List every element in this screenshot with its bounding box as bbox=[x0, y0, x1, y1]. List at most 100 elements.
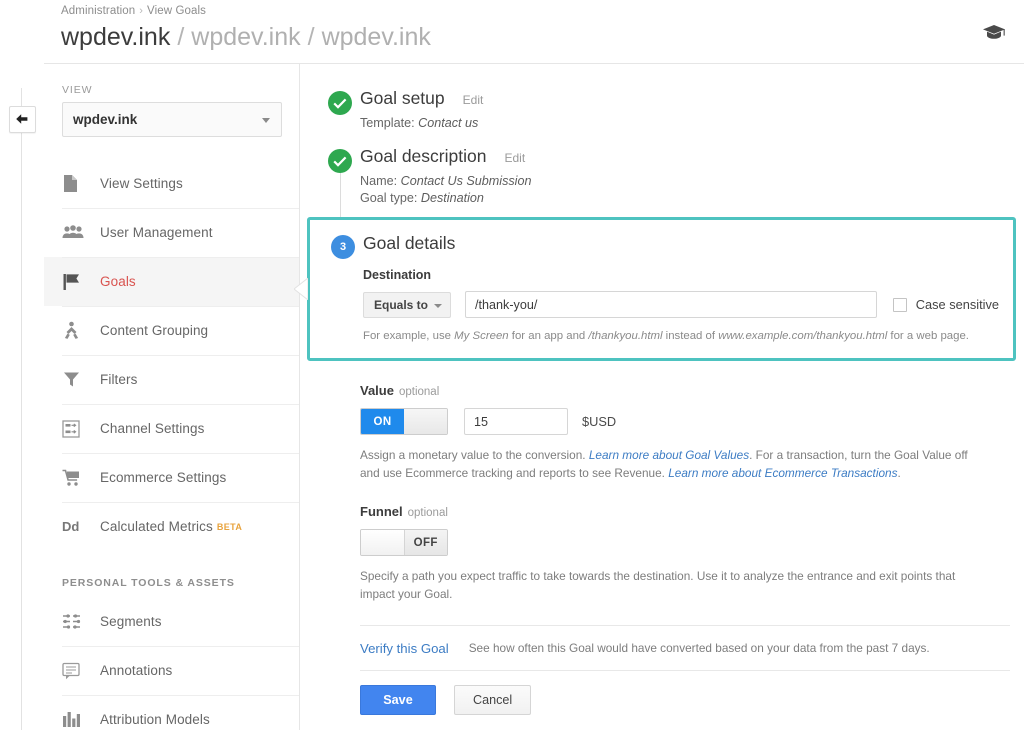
sidebar-item-label: Annotations bbox=[100, 663, 172, 678]
hint-part-g: for a web page. bbox=[887, 330, 969, 342]
sidebar-item-segments[interactable]: Segments bbox=[44, 597, 299, 646]
goal-type-value: Destination bbox=[421, 191, 484, 205]
funnel-toggle[interactable]: OFF bbox=[360, 529, 448, 556]
left-rail bbox=[0, 0, 44, 730]
sidebar-item-label: Filters bbox=[100, 372, 137, 387]
document-icon bbox=[62, 174, 88, 193]
match-type-select[interactable]: Equals to bbox=[363, 292, 451, 318]
graduation-cap-glyph bbox=[982, 23, 1006, 41]
funnel-controls: OFF bbox=[360, 529, 1010, 556]
sidebar-item-annotations[interactable]: Annotations bbox=[44, 646, 299, 695]
flag-icon bbox=[62, 272, 88, 291]
case-sensitive-checkbox[interactable] bbox=[893, 298, 907, 312]
step-number-badge: 3 bbox=[331, 235, 355, 259]
value-optional-label: optional bbox=[399, 386, 439, 398]
page-header: Administration›View Goals wpdev.ink / wp… bbox=[44, 0, 1024, 64]
beta-badge: BETA bbox=[217, 522, 242, 532]
case-sensitive-control[interactable]: Case sensitive bbox=[893, 297, 999, 312]
chevron-down-icon bbox=[262, 118, 270, 123]
currency-label: $USD bbox=[582, 414, 616, 429]
sidebar-section-personal-tools: PERSONAL TOOLS & ASSETS bbox=[62, 577, 299, 589]
sidebar-item-user-management[interactable]: User Management bbox=[44, 208, 299, 257]
channel-settings-icon bbox=[62, 420, 88, 438]
sidebar-item-label: Calculated Metrics bbox=[100, 519, 213, 534]
page-title-primary: wpdev.ink bbox=[61, 22, 170, 52]
funnel-description: Specify a path you expect traffic to tak… bbox=[360, 567, 985, 603]
sidebar-item-view-settings[interactable]: View Settings bbox=[44, 159, 299, 208]
back-button[interactable] bbox=[9, 106, 36, 133]
destination-input[interactable] bbox=[465, 291, 877, 318]
breadcrumb: Administration›View Goals bbox=[61, 5, 206, 17]
check-circle-icon bbox=[328, 91, 352, 115]
goal-details-inner: 3 Goal details Destination Equals to bbox=[310, 233, 1013, 344]
step-goal-setup: Goal setup Edit Template: Contact us bbox=[300, 88, 1024, 132]
value-amount-input[interactable] bbox=[464, 408, 568, 435]
back-arrow-icon bbox=[15, 113, 30, 126]
template-value: Contact us bbox=[418, 116, 478, 130]
sidebar-item-ecommerce-settings[interactable]: Ecommerce Settings bbox=[44, 453, 299, 502]
title-separator-1: / bbox=[177, 22, 184, 52]
bar-chart-icon bbox=[62, 711, 88, 728]
sidebar-item-calculated-metrics[interactable]: Dd Calculated Metrics BETA bbox=[44, 502, 299, 551]
goal-values-link[interactable]: Learn more about Goal Values bbox=[589, 448, 749, 462]
ecommerce-transactions-link[interactable]: Learn more about Ecommerce Transactions bbox=[668, 466, 897, 480]
step-title: Goal details bbox=[363, 233, 455, 254]
edit-goal-setup-link[interactable]: Edit bbox=[463, 93, 484, 107]
value-controls: ON $USD bbox=[360, 408, 1010, 435]
step-goal-description-meta: Name: Contact Us Submission Goal type: D… bbox=[360, 173, 1024, 207]
value-toggle-knob bbox=[404, 409, 447, 434]
hint-part-a: For example, use bbox=[363, 330, 454, 342]
funnel-toggle-off-label: OFF bbox=[405, 530, 448, 555]
step-title: Goal description bbox=[360, 146, 486, 167]
value-description: Assign a monetary value to the conversio… bbox=[360, 446, 985, 482]
page-title-secondary: wpdev.ink bbox=[191, 22, 300, 52]
destination-label: Destination bbox=[363, 268, 999, 282]
sidebar: VIEW wpdev.ink View Settings bbox=[44, 64, 300, 730]
name-value: Contact Us Submission bbox=[401, 174, 532, 188]
page-title-tertiary: wpdev.ink bbox=[322, 22, 431, 52]
destination-hint: For example, use My Screen for an app an… bbox=[363, 329, 999, 344]
step-title: Goal setup bbox=[360, 88, 445, 109]
funnel-optional-label: optional bbox=[408, 507, 448, 519]
verify-this-goal-link[interactable]: Verify this Goal bbox=[360, 641, 449, 656]
destination-row: Equals to Case sensitive bbox=[363, 291, 999, 318]
graduation-cap-icon[interactable] bbox=[981, 19, 1007, 45]
sidebar-item-content-grouping[interactable]: Content Grouping bbox=[44, 306, 299, 355]
sidebar-item-label: Attribution Models bbox=[100, 712, 210, 727]
view-section-label: VIEW bbox=[62, 84, 299, 96]
sidebar-item-attribution-models[interactable]: Attribution Models bbox=[44, 695, 299, 730]
annotations-icon bbox=[62, 662, 88, 680]
main-content: Goal setup Edit Template: Contact us Goa… bbox=[300, 64, 1024, 730]
goal-type-key: Goal type: bbox=[360, 191, 417, 205]
value-desc-c: . bbox=[897, 466, 900, 480]
hint-part-e: instead of bbox=[663, 330, 719, 342]
rail-divider-line bbox=[21, 88, 22, 730]
view-selector-value: wpdev.ink bbox=[73, 112, 137, 127]
value-toggle[interactable]: ON bbox=[360, 408, 448, 435]
step-goal-description: Goal description Edit Name: Contact Us S… bbox=[300, 146, 1024, 207]
check-circle-icon bbox=[328, 149, 352, 173]
match-type-value: Equals to bbox=[374, 298, 428, 312]
goal-steps: Goal setup Edit Template: Contact us Goa… bbox=[300, 64, 1024, 730]
breadcrumb-administration[interactable]: Administration bbox=[61, 5, 135, 17]
cancel-button[interactable]: Cancel bbox=[454, 685, 531, 715]
save-button[interactable]: Save bbox=[360, 685, 436, 715]
view-selector[interactable]: wpdev.ink bbox=[62, 102, 282, 137]
segments-icon bbox=[62, 613, 88, 630]
sidebar-item-filters[interactable]: Filters bbox=[44, 355, 299, 404]
dd-icon: Dd bbox=[62, 519, 88, 534]
sidebar-item-channel-settings[interactable]: Channel Settings bbox=[44, 404, 299, 453]
hint-example-url: www.example.com/thankyou.html bbox=[718, 330, 887, 342]
sidebar-item-label: Goals bbox=[100, 274, 136, 289]
hint-thankyou-html: /thankyou.html bbox=[588, 330, 662, 342]
breadcrumb-view-goals[interactable]: View Goals bbox=[147, 5, 206, 17]
sidebar-item-goals[interactable]: Goals bbox=[44, 257, 299, 306]
form-actions: Save Cancel bbox=[300, 671, 1024, 715]
value-desc-a: Assign a monetary value to the conversio… bbox=[360, 448, 589, 462]
edit-goal-description-link[interactable]: Edit bbox=[504, 151, 525, 165]
sidebar-item-label: Channel Settings bbox=[100, 421, 204, 436]
highlight-pointer-notch bbox=[294, 278, 308, 300]
funnel-section: Funneloptional OFF Specify a path you ex… bbox=[300, 504, 1024, 603]
goal-editor-page: Administration›View Goals wpdev.ink / wp… bbox=[0, 0, 1024, 730]
goal-details-highlighted-box: 3 Goal details Destination Equals to bbox=[307, 217, 1016, 361]
